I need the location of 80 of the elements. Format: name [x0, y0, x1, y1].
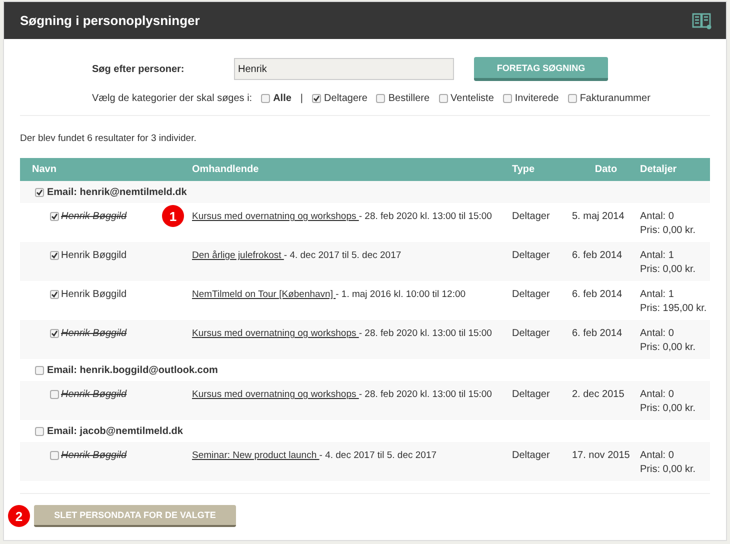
checkbox[interactable] — [50, 212, 59, 221]
price-cell-text: Pris: 0,00 kr. — [640, 464, 697, 475]
result-summary: Der blev fundet 6 resultater for 3 individer. — [20, 133, 198, 144]
count-cell-text: Antal: 1 — [640, 289, 675, 300]
date-cell-text: 6. feb 2014 — [572, 250, 624, 261]
book-icon[interactable] — [692, 12, 712, 30]
checkbox[interactable] — [376, 94, 386, 102]
checkbox[interactable] — [502, 94, 512, 102]
event-link[interactable]: Den årlige julefrokost — [192, 250, 284, 261]
category-label: Fakturanummer — [580, 92, 650, 104]
count-cell-text: Antal: 0 — [640, 389, 675, 400]
category-label: Bestillere — [388, 92, 430, 104]
category-label: Inviterede — [514, 92, 559, 104]
checkbox[interactable] — [438, 94, 448, 102]
checkbox[interactable] — [50, 329, 59, 338]
date-cell-text: 2. dec 2015 — [572, 389, 626, 400]
event-link[interactable]: Kursus med overnatning og workshops — [192, 211, 359, 222]
count-cell-text: Antal: 0 — [640, 450, 675, 461]
person-name: Henrik Bøggild — [61, 389, 127, 400]
search-field[interactable]: Henrik — [234, 58, 454, 80]
person-name: Henrik Bøggild — [61, 250, 127, 261]
type-cell-text: Deltager — [512, 211, 551, 222]
date-cell-text: 5. maj 2014 — [572, 211, 626, 222]
price-cell-text: Pris: 195,00 kr. — [640, 303, 708, 314]
checkbox[interactable] — [35, 366, 44, 374]
price-cell-text: Pris: 0,00 kr. — [640, 225, 697, 236]
event-time: - 28. feb 2020 kl. 13:00 til 15:00 — [358, 328, 492, 339]
checkbox[interactable] — [50, 290, 59, 299]
date-cell-text: 6. feb 2014 — [572, 289, 624, 300]
category-label: Venteliste — [450, 92, 494, 104]
event-time: - 28. feb 2020 kl. 13:00 til 15:00 — [358, 389, 492, 400]
count-cell-text: Antal: 0 — [640, 211, 675, 222]
separator: | — [300, 92, 304, 104]
checkbox[interactable] — [35, 188, 44, 196]
email-label: Email: jacob@nemtilmeld.dk — [47, 426, 183, 436]
person-name: Henrik Bøggild — [61, 328, 127, 339]
page-title: Søgning i personoplysninger — [20, 13, 200, 28]
count-cell-text: Antal: 1 — [640, 250, 675, 261]
event-link[interactable]: Seminar: New product launch — [192, 450, 320, 461]
event-link[interactable]: Kursus med overnatning og workshops — [192, 389, 359, 400]
date-cell-text: 6. feb 2014 — [572, 328, 624, 339]
count-cell-text: Antal: 0 — [640, 328, 675, 339]
event-time: - 28. feb 2020 kl. 13:00 til 15:00 — [358, 211, 492, 222]
column-header: Dato — [594, 164, 618, 175]
column-header: Detaljer — [640, 164, 678, 175]
checkbox[interactable] — [568, 94, 577, 102]
person-name: Henrik Bøggild — [61, 289, 127, 300]
type-cell-text: Deltager — [512, 389, 551, 400]
type-cell-text: Deltager — [512, 450, 551, 461]
date-cell-text: 17. nov 2015 — [572, 450, 631, 461]
checkbox[interactable] — [50, 390, 59, 399]
price-cell-text: Pris: 0,00 kr. — [640, 342, 697, 353]
checkbox[interactable] — [50, 451, 59, 460]
event-link[interactable]: Kursus med overnatning og workshops — [192, 328, 359, 339]
checkbox[interactable] — [312, 94, 322, 102]
checkbox[interactable] — [261, 94, 270, 102]
categories-label: Vælg de kategorier der skal søges i: — [92, 92, 252, 104]
price-cell-text: Pris: 0,00 kr. — [640, 403, 697, 414]
person-name: Henrik Bøggild — [61, 450, 127, 461]
category-label: Alle — [273, 92, 292, 104]
category-label: Deltagere — [324, 92, 368, 104]
email-label: Email: henrik.boggild@outlook.com — [47, 364, 218, 376]
event-time: - 4. dec 2017 til 5. dec 2017 — [284, 250, 402, 261]
type-cell-text: Deltager — [512, 328, 551, 339]
type-cell-text: Deltager — [512, 289, 551, 300]
checkbox[interactable] — [50, 251, 59, 260]
column-header: Type — [512, 164, 536, 175]
event-time: - 4. dec 2017 til 5. dec 2017 — [319, 450, 437, 461]
column-header: Navn — [32, 164, 58, 175]
annotation-badge: 1 — [162, 205, 184, 227]
event-time: - 1. maj 2016 kl. 10:00 til 12:00 — [336, 289, 466, 300]
event-link[interactable]: NemTilmeld on Tour [København] — [192, 289, 336, 300]
search-label: Søg efter personer: — [92, 64, 186, 74]
annotation-badge: 2 — [8, 505, 30, 527]
type-cell-text: Deltager — [512, 250, 551, 261]
column-header: Omhandlende — [192, 164, 260, 175]
checkbox[interactable] — [35, 426, 44, 436]
person-name: Henrik Bøggild — [61, 211, 127, 222]
price-cell-text: Pris: 0,00 kr. — [640, 264, 697, 275]
email-label: Email: henrik@nemtilmeld.dk — [47, 186, 187, 198]
